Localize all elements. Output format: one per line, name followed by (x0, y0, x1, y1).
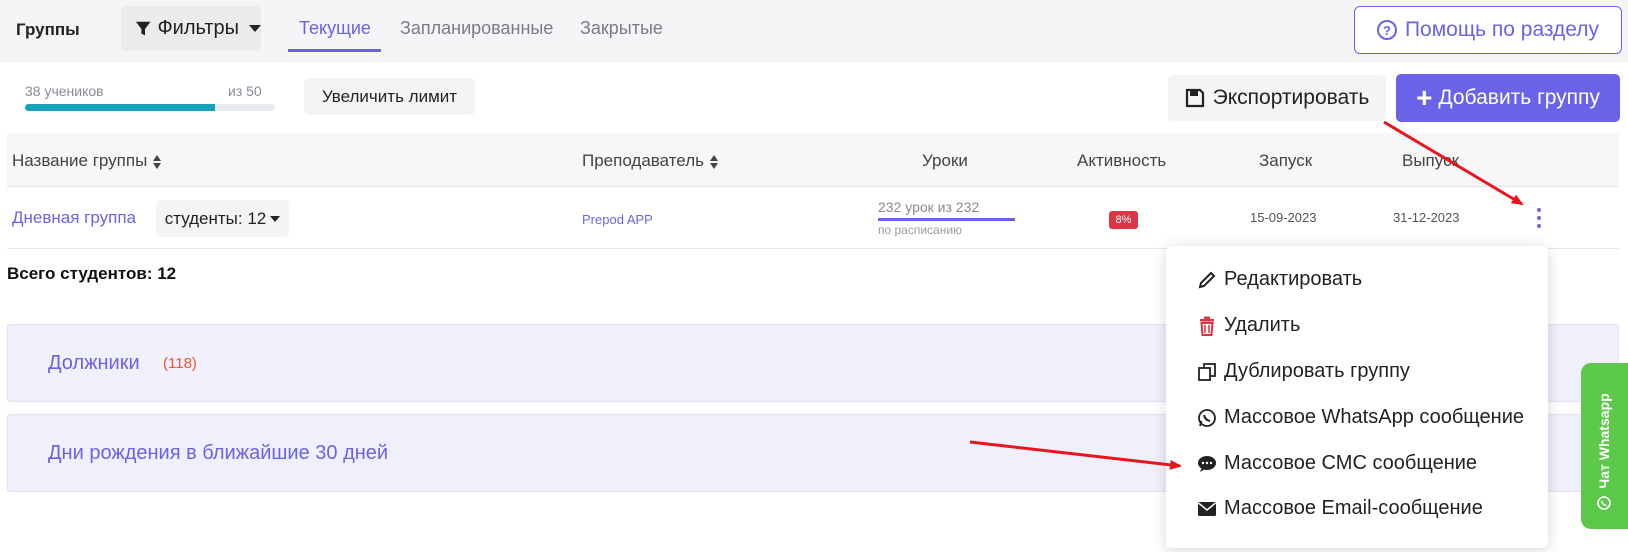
plus-icon: + (1416, 82, 1433, 113)
students-dropdown[interactable]: студенты: 12 (156, 200, 289, 237)
whatsapp-chat-tab[interactable]: Чат Whatsapp (1581, 363, 1628, 529)
envelope-icon (1196, 498, 1218, 520)
caret-down-icon (249, 25, 261, 32)
trash-icon (1196, 315, 1218, 337)
menu-item-edit[interactable]: Редактировать (1196, 268, 1362, 291)
copy-icon (1196, 361, 1218, 383)
column-header-teacher[interactable]: Преподаватель (582, 151, 719, 171)
total-students: Всего студентов: 12 (7, 264, 177, 283)
add-group-label: Добавить группу (1438, 86, 1600, 109)
debtors-title[interactable]: Должники (48, 352, 140, 375)
column-header-name[interactable]: Название группы (12, 151, 162, 171)
lessons-progress-bar (878, 218, 1015, 221)
students-progress-fill (25, 104, 215, 111)
row-actions-kebab-icon[interactable] (1533, 206, 1545, 230)
question-circle-icon: ? (1376, 20, 1397, 40)
activity-badge: 8% (1109, 211, 1138, 229)
row-actions-menu: Редактировать Удалить Дублировать группу… (1166, 246, 1548, 548)
whatsapp-icon (1597, 496, 1611, 510)
lessons-count: 232 урок из 232 (878, 199, 980, 215)
export-button[interactable]: Экспортировать (1168, 75, 1386, 121)
export-label: Экспортировать (1212, 86, 1370, 109)
tab-planned[interactable]: Запланированные (400, 18, 553, 39)
column-header-activity: Активность (1077, 151, 1167, 170)
sort-icon (709, 154, 718, 169)
filters-button[interactable]: Фильтры (121, 6, 261, 51)
menu-item-email[interactable]: Массовое Email-сообщение (1196, 497, 1483, 520)
students-count: 38 учеников (25, 83, 104, 99)
whatsapp-icon (1196, 407, 1218, 429)
menu-item-duplicate[interactable]: Дублировать группу (1196, 360, 1410, 383)
filters-label: Фильтры (157, 17, 239, 39)
menu-item-delete[interactable]: Удалить (1196, 314, 1300, 337)
group-name-link[interactable]: Дневная группа (12, 208, 136, 228)
sort-icon (153, 154, 162, 169)
start-date: 15-09-2023 (1250, 210, 1317, 225)
whatsapp-chat-label: Чат Whatsapp (1596, 393, 1612, 489)
page-title: Группы (16, 20, 80, 39)
birthdays-title[interactable]: Дни рождения в ближайшие 30 дней (48, 442, 388, 465)
table-header (7, 133, 1619, 187)
column-header-lessons: Уроки (922, 151, 968, 170)
floppy-disk-icon (1185, 88, 1204, 108)
tab-current[interactable]: Текущие (299, 18, 371, 39)
help-button[interactable]: ? Помощь по разделу (1354, 6, 1622, 54)
increase-limit-button[interactable]: Увеличить лимит (304, 78, 475, 115)
funnel-icon (135, 21, 151, 35)
lessons-progress-fill (878, 218, 1015, 221)
teacher-link[interactable]: Prepod APP (582, 212, 653, 227)
column-header-start: Запуск (1259, 151, 1313, 170)
end-date: 31-12-2023 (1393, 210, 1460, 225)
caret-down-icon (270, 215, 281, 222)
menu-item-whatsapp[interactable]: Массовое WhatsApp сообщение (1196, 406, 1524, 429)
lessons-schedule-note: по расписанию (878, 223, 963, 237)
tab-closed[interactable]: Закрытые (580, 18, 663, 39)
students-progress-bar (25, 104, 275, 111)
help-label: Помощь по разделу (1404, 18, 1600, 41)
sms-icon (1196, 453, 1218, 475)
column-header-end: Выпуск (1402, 151, 1460, 170)
menu-item-sms[interactable]: Массовое СМС сообщение (1196, 452, 1477, 475)
pencil-icon (1196, 269, 1218, 291)
debtors-count: (118) (163, 355, 197, 372)
students-limit: из 50 (228, 83, 262, 99)
add-group-button[interactable]: + Добавить группу (1396, 74, 1620, 122)
active-tab-indicator (288, 49, 381, 52)
